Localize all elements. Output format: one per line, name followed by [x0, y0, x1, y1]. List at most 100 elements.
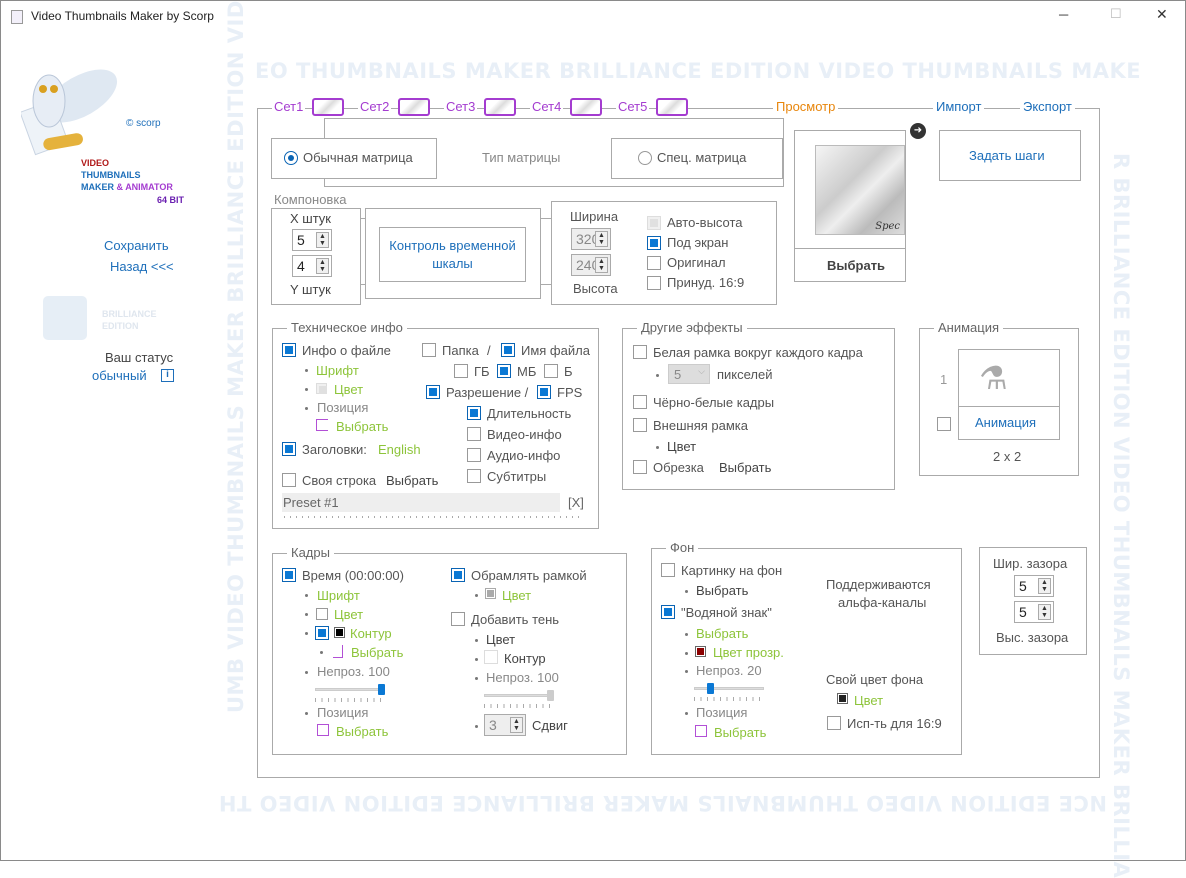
custom-line-checkbox[interactable]: [282, 473, 296, 487]
time-position-choose[interactable]: Выбрать: [336, 724, 388, 739]
b-checkbox[interactable]: [544, 364, 558, 378]
border-color-swatch[interactable]: [485, 588, 496, 599]
tab-preview[interactable]: Просмотр: [773, 99, 839, 114]
use-169-checkbox[interactable]: [827, 716, 841, 730]
file-info-checkbox[interactable]: [282, 343, 296, 357]
file-info-color-link[interactable]: Цвет: [334, 382, 363, 397]
time-checkbox[interactable]: [282, 568, 296, 582]
animation-panel[interactable]: ⚗ Анимация: [958, 349, 1060, 440]
set2-icon[interactable]: [398, 98, 430, 116]
tab-set4[interactable]: Сет4: [530, 99, 564, 114]
fps-checkbox[interactable]: [537, 385, 551, 399]
folder-checkbox[interactable]: [422, 343, 436, 357]
outline-checkbox[interactable]: [315, 626, 329, 640]
shadow-checkbox[interactable]: [451, 612, 465, 626]
set4-icon[interactable]: [570, 98, 602, 116]
file-info-position-choose[interactable]: Выбрать: [336, 419, 388, 434]
watermark-checkbox[interactable]: [661, 605, 675, 619]
set5-icon[interactable]: [656, 98, 688, 116]
x-count-spinner[interactable]: 5 ▲ ▼: [292, 229, 332, 251]
height-spinner[interactable]: 240 ▲ ▼: [571, 254, 611, 276]
gap-width-spinner[interactable]: 5 ▲ ▼: [1014, 575, 1054, 597]
set1-icon[interactable]: [312, 98, 344, 116]
watermark-choose-link[interactable]: Выбрать: [696, 626, 748, 641]
auto-height-checkbox[interactable]: [647, 216, 661, 230]
normal-matrix-radio[interactable]: Обычная матрица: [271, 138, 437, 179]
file-info-font-link[interactable]: Шрифт: [316, 363, 359, 378]
gap-height-spinner[interactable]: 5 ▲ ▼: [1014, 601, 1054, 623]
time-color-swatch[interactable]: [316, 608, 328, 620]
timeline-control-button[interactable]: Контроль временной шкалы: [379, 227, 526, 282]
border-checkbox[interactable]: [451, 568, 465, 582]
watermark-color-link[interactable]: Цвет прозр.: [713, 645, 784, 660]
outline-color-swatch[interactable]: [334, 627, 345, 638]
choose-matrix-button[interactable]: Выбрать: [827, 258, 885, 273]
fit-screen-checkbox[interactable]: [647, 236, 661, 250]
custom-line-choose[interactable]: Выбрать: [386, 473, 438, 488]
filename-checkbox[interactable]: [501, 343, 515, 357]
crop-choose-link[interactable]: Выбрать: [719, 460, 771, 475]
save-link[interactable]: Сохранить: [104, 238, 169, 253]
subtitles-checkbox[interactable]: [467, 469, 481, 483]
y-count-spinner[interactable]: 4 ▲ ▼: [292, 255, 332, 277]
outline-choose-link[interactable]: Выбрать: [351, 645, 403, 660]
mb-checkbox[interactable]: [497, 364, 511, 378]
outer-frame-color-link[interactable]: Цвет: [667, 439, 696, 454]
shadow-offset-spinner[interactable]: 3 ▲ ▼: [484, 714, 526, 736]
tab-import[interactable]: Импорт: [933, 99, 985, 114]
width-spinner[interactable]: 320 ▲ ▼: [571, 228, 611, 250]
animation-button[interactable]: Анимация: [975, 415, 1036, 430]
matrix-preview[interactable]: Spec Выбрать: [794, 130, 906, 282]
maximize-button[interactable]: ☐: [1110, 6, 1122, 22]
animation-checkbox[interactable]: [937, 417, 951, 431]
arrow-right-icon[interactable]: ➜: [910, 123, 926, 139]
bg-color-link[interactable]: Цвет: [854, 693, 883, 708]
pixels-dropdown[interactable]: 5 ⌵: [668, 364, 710, 384]
file-info-color-swatch[interactable]: [316, 383, 327, 394]
outline-link[interactable]: Контур: [350, 626, 392, 641]
shadow-color-link[interactable]: Цвет: [486, 632, 515, 647]
original-checkbox[interactable]: [647, 256, 661, 270]
duration-checkbox[interactable]: [467, 406, 481, 420]
set3-icon[interactable]: [484, 98, 516, 116]
slider-thumb[interactable]: [378, 684, 385, 695]
preset-input[interactable]: Preset #1: [282, 493, 560, 512]
white-frame-checkbox[interactable]: [633, 345, 647, 359]
bg-picture-choose[interactable]: Выбрать: [696, 583, 748, 598]
preset-clear-button[interactable]: [X]: [568, 495, 584, 510]
tab-set1[interactable]: Сет1: [272, 99, 306, 114]
special-matrix-radio[interactable]: Спец. матрица: [611, 138, 783, 179]
gb-checkbox[interactable]: [454, 364, 468, 378]
bg-picture-checkbox[interactable]: [661, 563, 675, 577]
time-color-link[interactable]: Цвет: [334, 607, 363, 622]
slider-thumb[interactable]: [706, 683, 714, 694]
close-button[interactable]: ✕: [1156, 6, 1168, 23]
time-opacity-slider[interactable]: [315, 684, 385, 702]
headers-language-link[interactable]: English: [378, 442, 421, 457]
bw-checkbox[interactable]: [633, 395, 647, 409]
minimize-button[interactable]: ─: [1059, 7, 1068, 22]
slider-thumb[interactable]: [547, 690, 554, 701]
border-color-link[interactable]: Цвет: [502, 588, 531, 603]
crop-checkbox[interactable]: [633, 460, 647, 474]
video-info-checkbox[interactable]: [467, 427, 481, 441]
watermark-position-choose[interactable]: Выбрать: [714, 725, 766, 740]
watermark-opacity-slider[interactable]: [694, 683, 764, 701]
tab-export[interactable]: Экспорт: [1020, 99, 1075, 114]
tab-set3[interactable]: Сет3: [444, 99, 478, 114]
tab-set2[interactable]: Сет2: [358, 99, 392, 114]
time-font-link[interactable]: Шрифт: [317, 588, 360, 603]
outer-frame-checkbox[interactable]: [633, 418, 647, 432]
watermark-color-swatch[interactable]: [695, 646, 706, 657]
resolution-checkbox[interactable]: [426, 385, 440, 399]
headers-checkbox[interactable]: [282, 442, 296, 456]
tab-set5[interactable]: Сет5: [616, 99, 650, 114]
force-169-checkbox[interactable]: [647, 276, 661, 290]
set-steps-button[interactable]: Задать шаги: [939, 130, 1081, 181]
audio-info-checkbox[interactable]: [467, 448, 481, 462]
shadow-outline-checkbox[interactable]: [484, 650, 498, 664]
bg-color-swatch[interactable]: [837, 693, 848, 704]
info-icon[interactable]: i: [161, 369, 174, 382]
back-link[interactable]: Назад <<<: [110, 259, 174, 274]
shadow-opacity-slider[interactable]: [484, 690, 554, 708]
